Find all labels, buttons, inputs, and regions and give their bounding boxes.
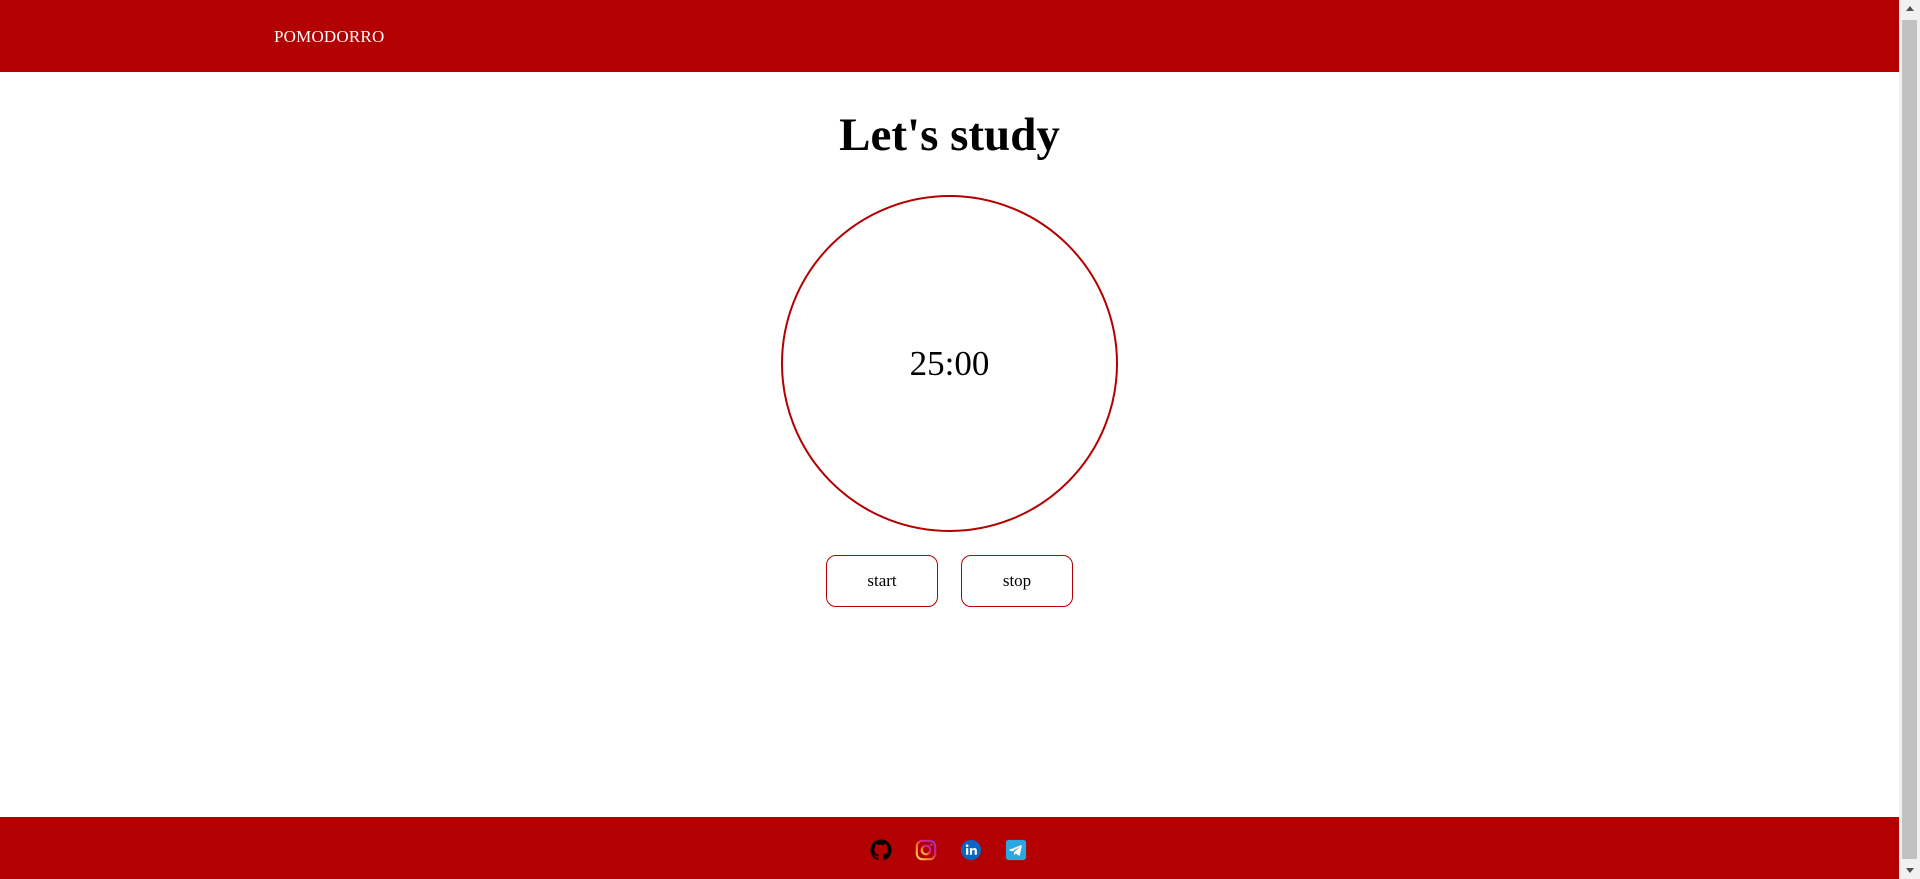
page-title: Let's study <box>839 109 1060 161</box>
instagram-icon <box>915 839 937 861</box>
instagram-link[interactable] <box>915 839 937 861</box>
arrow-up-icon <box>1905 6 1914 11</box>
linkedin-link[interactable] <box>960 839 982 861</box>
brand-logo-text[interactable]: POMODORRO <box>274 26 384 48</box>
scroll-down-arrow[interactable] <box>1899 862 1920 879</box>
timer-display: 25:00 <box>909 343 990 383</box>
start-button[interactable]: start <box>826 555 938 607</box>
timer-ring: 25:00 <box>781 195 1118 532</box>
arrow-down-icon <box>1905 868 1914 873</box>
telegram-icon <box>1005 839 1027 861</box>
footer <box>0 817 1899 879</box>
stop-button[interactable]: stop <box>961 555 1073 607</box>
scroll-up-arrow[interactable] <box>1899 0 1920 17</box>
page: POMODORRO Let's study 25:00 start stop <box>0 0 1920 879</box>
telegram-link[interactable] <box>1005 839 1027 861</box>
github-link[interactable] <box>870 839 892 861</box>
scroll-thumb[interactable] <box>1902 20 1917 859</box>
vertical-scrollbar[interactable] <box>1899 0 1920 879</box>
top-navbar: POMODORRO <box>0 0 1899 72</box>
github-icon <box>870 839 892 861</box>
linkedin-icon <box>960 839 982 861</box>
